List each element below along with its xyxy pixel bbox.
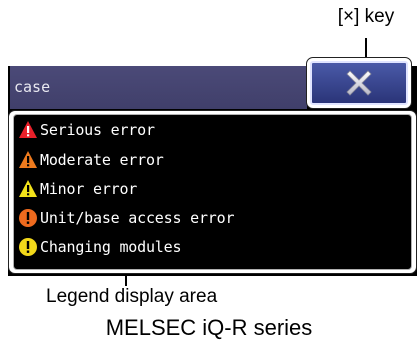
legend-callout-label: Legend display area <box>46 286 218 307</box>
legend-item-serious-error: Serious error <box>18 117 155 143</box>
key-callout-label: [×] key <box>337 6 395 27</box>
legend-item-label: Unit/base access error <box>40 209 235 227</box>
legend-callout-line <box>125 274 127 286</box>
moderate-error-icon <box>19 151 37 168</box>
legend-item-label: Moderate error <box>40 151 164 169</box>
changing-modules-icon <box>19 238 37 256</box>
window-title: case <box>14 78 51 96</box>
legend-item-minor-error: Minor error <box>18 176 137 202</box>
legend-item-unit-base-access-error: Unit/base access error <box>18 205 234 231</box>
legend-item-label: Minor error <box>40 180 138 198</box>
legend-item-moderate-error: Moderate error <box>18 147 164 173</box>
legend-item-changing-modules: Changing modules <box>18 234 181 260</box>
legend-item-label: Changing modules <box>40 238 182 256</box>
title-bar <box>10 66 307 109</box>
series-caption: MELSEC iQ-R series <box>105 315 313 340</box>
key-callout-line <box>365 38 367 57</box>
minor-error-icon <box>19 180 37 197</box>
legend-item-label: Serious error <box>40 121 155 139</box>
close-button[interactable] <box>310 61 408 105</box>
serious-error-icon <box>19 121 37 138</box>
unit-base-access-error-icon <box>19 209 37 227</box>
close-icon <box>346 70 372 96</box>
